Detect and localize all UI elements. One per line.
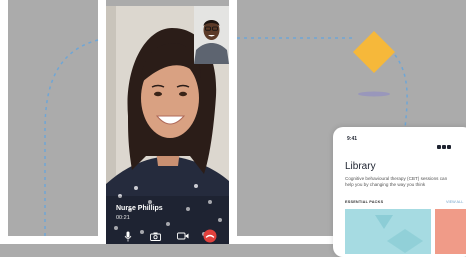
end-call-icon (203, 229, 217, 243)
video-call-screen: Nurse Phillips 00:21 (106, 6, 229, 244)
video-icon (177, 232, 189, 240)
marketing-stage: Nurse Phillips 00:21 9:41 Library Cognit… (0, 0, 466, 257)
diamond-icon (353, 31, 395, 73)
self-view-video[interactable] (194, 6, 229, 64)
status-bar-time: 9:41 (347, 136, 358, 142)
call-controls (106, 229, 229, 244)
page-title: Library (345, 161, 376, 172)
pack-card[interactable] (345, 209, 431, 254)
microphone-icon (124, 231, 132, 241)
caller-name: Nurse Phillips (116, 205, 163, 212)
section-heading: ESSENTIAL PACKS (345, 200, 384, 204)
call-duration: 00:21 (116, 215, 130, 221)
status-bar-icons (437, 136, 457, 149)
library-app-screen: 9:41 Library Cognitive behavioural thera… (333, 127, 466, 257)
pack-illustration (375, 215, 423, 253)
camera-icon (149, 232, 161, 241)
page-description: Cognitive behavioural therapy (CBT) sess… (345, 176, 448, 187)
video-toggle-button[interactable] (176, 229, 190, 243)
end-call-button[interactable] (203, 229, 217, 243)
switch-camera-button[interactable] (148, 229, 162, 243)
view-all-link[interactable]: VIEW ALL (446, 200, 463, 204)
pack-card[interactable] (435, 209, 466, 254)
mute-button[interactable] (121, 229, 135, 243)
